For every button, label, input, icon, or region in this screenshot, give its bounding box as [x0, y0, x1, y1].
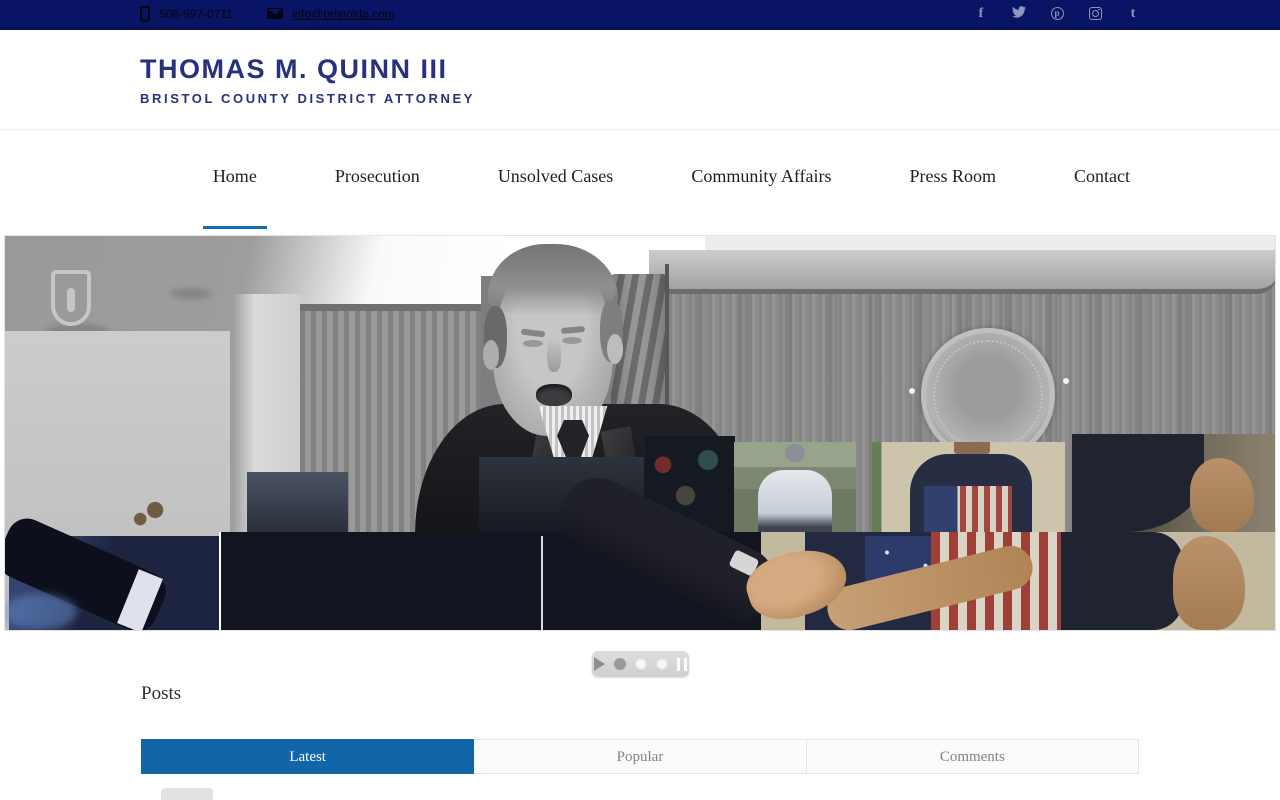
site-logo[interactable]: THOMAS M. QUINN III BRISTOL COUNTY DISTR… — [140, 54, 1140, 106]
twitter-icon — [1012, 5, 1026, 23]
slide-thumb-flag-shirt-man — [872, 442, 1065, 532]
carousel-dot-2[interactable] — [634, 658, 647, 670]
nav-item-prosecution[interactable]: Prosecution — [325, 166, 430, 229]
tumblr-icon: t — [1130, 5, 1136, 21]
top-bar: 508-997-0711 info@bristolda.com f p t — [0, 0, 1280, 30]
site-subtitle: BRISTOL COUNTY DISTRICT ATTORNEY — [140, 90, 476, 106]
site-header: THOMAS M. QUINN III BRISTOL COUNTY DISTR… — [0, 30, 1280, 130]
nav-item-press-room[interactable]: Press Room — [899, 166, 1006, 229]
site-title: THOMAS M. QUINN III — [140, 53, 448, 84]
slide-thumb-hand — [113, 494, 181, 532]
email-icon — [266, 8, 283, 19]
instagram-link[interactable] — [1088, 6, 1102, 22]
carousel-play-button[interactable] — [593, 657, 605, 671]
phone-number: 508-997-0711 — [159, 6, 233, 21]
facebook-icon: f — [978, 5, 984, 21]
post-thumbnail[interactable] — [161, 788, 213, 800]
pinterest-icon: p — [1050, 7, 1064, 20]
slide-thumb-arm — [1072, 434, 1275, 532]
nav-item-unsolved-cases[interactable]: Unsolved Cases — [488, 166, 624, 229]
nav-item-contact[interactable]: Contact — [1064, 166, 1140, 229]
tab-latest[interactable]: Latest — [141, 739, 475, 774]
slide-thumb-white-shirt-man — [734, 442, 856, 532]
pinterest-link[interactable]: p — [1050, 6, 1064, 22]
nav-item-home[interactable]: Home — [202, 166, 267, 229]
posts-heading: Posts — [141, 683, 182, 704]
email-group: info@bristolda.com — [266, 7, 395, 21]
social-links: f p t — [974, 5, 1140, 23]
hero-bottom-left-photo — [5, 512, 221, 630]
twitter-link[interactable] — [1012, 5, 1026, 23]
hero-ceiling-light — [170, 288, 212, 299]
phone-icon — [140, 5, 150, 22]
main-nav: Home Prosecution Unsolved Cases Communit… — [0, 130, 1280, 232]
phone-group: 508-997-0711 — [140, 5, 233, 22]
carousel-controls — [591, 651, 689, 677]
carousel-pause-button[interactable] — [676, 657, 687, 671]
tumblr-link[interactable]: t — [1126, 6, 1140, 22]
posts-section: Posts Latest Popular Comments — [141, 683, 1139, 800]
seal-figure — [67, 288, 75, 312]
email-link[interactable]: info@bristolda.com — [292, 7, 395, 21]
hero-carousel[interactable] — [4, 235, 1276, 631]
carousel-dot-1[interactable] — [613, 658, 626, 670]
facebook-link[interactable]: f — [974, 6, 988, 22]
slide-thumb-dark — [247, 472, 348, 532]
contact-info: 508-997-0711 info@bristolda.com — [140, 5, 395, 22]
hero-wall-cap — [649, 250, 1275, 294]
tab-popular[interactable]: Popular — [474, 739, 807, 774]
nav-item-community-affairs[interactable]: Community Affairs — [681, 166, 841, 229]
carousel-dot-3[interactable] — [655, 658, 668, 670]
posts-tabs: Latest Popular Comments — [141, 739, 1139, 774]
tab-comments[interactable]: Comments — [806, 739, 1139, 774]
instagram-icon — [1088, 7, 1102, 20]
flag-tshirt-graphic — [924, 486, 1012, 532]
